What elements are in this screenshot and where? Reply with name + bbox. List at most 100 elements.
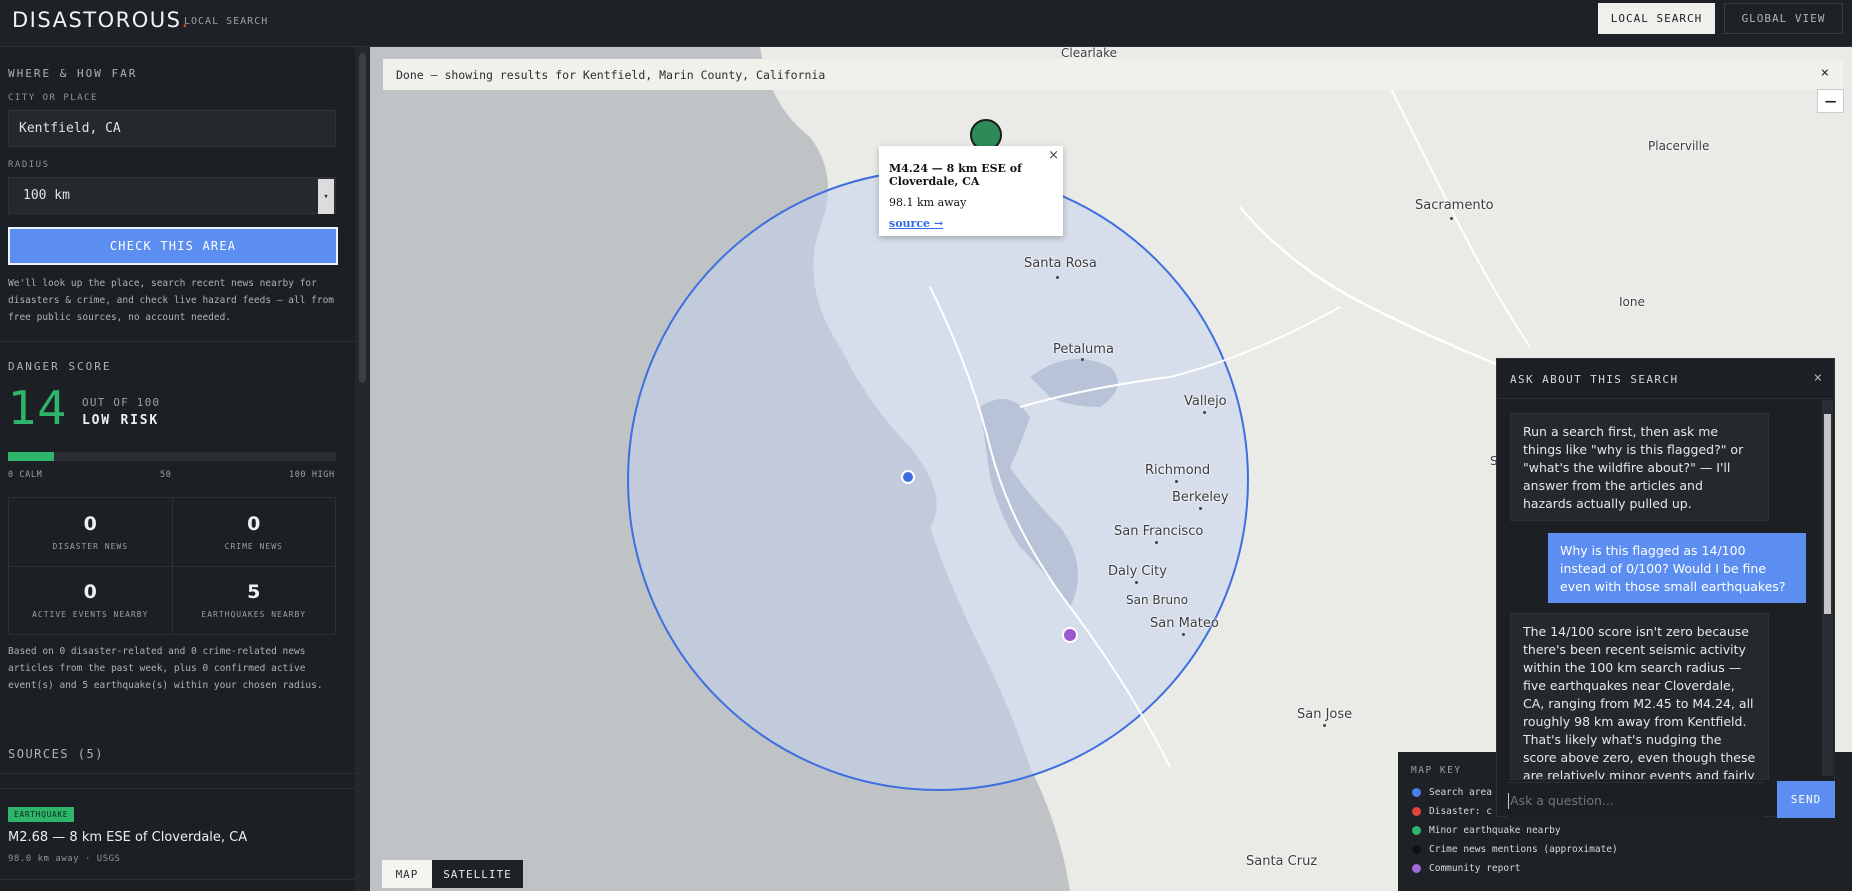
stat-label: CRIME NEWS [224, 541, 283, 551]
road [1389, 86, 1531, 348]
place-dot [1135, 581, 1138, 584]
risk-level: LOW RISK [82, 413, 160, 428]
map-key-item: Community report [1412, 863, 1521, 874]
map-key-title: MAP KEY [1411, 765, 1462, 776]
place-dot [1203, 411, 1206, 414]
sources-title: SOURCES (5) [8, 747, 104, 761]
scrollbar-thumb[interactable] [359, 53, 366, 383]
divider [0, 773, 355, 774]
nav-local-search[interactable]: LOCAL SEARCH [1598, 3, 1715, 34]
chat-scrollbar[interactable] [1822, 400, 1833, 776]
satellite-view-button[interactable]: SATELLITE [432, 860, 523, 888]
place-dot [1175, 480, 1178, 483]
legend-dot-icon [1412, 845, 1421, 854]
map-key-item: Minor earthquake nearby [1412, 825, 1561, 836]
chat-message-bot: The 14/100 score isn't zero because ther… [1510, 613, 1769, 780]
community-report-marker [1062, 627, 1078, 643]
radius-label: RADIUS [8, 160, 50, 170]
close-icon[interactable]: × [1814, 370, 1822, 386]
place-sacramento: Sacramento [1415, 198, 1494, 213]
sidebar-scrollbar[interactable] [355, 47, 370, 891]
chat-message-bot: Run a search first, then ask me things l… [1510, 413, 1769, 521]
chevron-down-icon[interactable]: ▾ [318, 179, 334, 214]
danger-score-value: 14 [8, 381, 67, 435]
stat-value: 0 [83, 512, 97, 535]
place-dot [1081, 358, 1084, 361]
popup-title: M4.24 — 8 km ESE of Cloverdale, CA [889, 162, 1022, 188]
radius-value: 100 km [23, 188, 70, 203]
search-area-circle [627, 169, 1249, 791]
city-input[interactable]: Kentfield, CA [8, 110, 336, 147]
map-view-button[interactable]: MAP [382, 860, 432, 888]
legend-dot-icon [1412, 807, 1421, 816]
stat-disaster-news: 0 DISASTER NEWS [9, 498, 172, 566]
city-label: CITY OR PLACE [8, 93, 98, 103]
danger-score-title: DANGER SCORE [8, 360, 112, 373]
source-item-title[interactable]: M2.68 — 8 km ESE of Cloverdale, CA [8, 830, 247, 845]
place-petaluma: Petaluma [1053, 342, 1114, 357]
scrollbar-thumb[interactable] [1824, 414, 1831, 614]
stat-earthquakes: 5 EARTHQUAKES NEARBY [172, 566, 335, 634]
check-area-button[interactable]: CHECK THIS AREA [8, 227, 338, 265]
nav-global-view[interactable]: GLOBAL VIEW [1724, 3, 1843, 34]
zoom-out-button[interactable]: − [1817, 89, 1844, 113]
map-key-label: Disaster: c [1429, 806, 1492, 817]
send-button[interactable]: SEND [1777, 781, 1835, 818]
source-item-meta: 98.0 km away · USGS [8, 854, 121, 864]
map-key-label: Minor earthquake nearby [1429, 825, 1561, 836]
place-daly-city: Daly City [1108, 564, 1167, 579]
chat-input-placeholder: Ask a question... [1510, 793, 1614, 808]
place-dot [1450, 217, 1453, 220]
road [1239, 206, 1531, 379]
place-san-francisco: San Francisco [1114, 524, 1204, 539]
brand-logo[interactable]: DISASTOROUS. [12, 8, 190, 32]
place-ione: Ione [1619, 295, 1645, 309]
place-san-jose: San Jose [1297, 707, 1353, 722]
place-dot [1056, 276, 1059, 279]
place-berkeley: Berkeley [1172, 490, 1229, 505]
place-san-bruno: San Bruno [1126, 593, 1189, 607]
map-key-item: Search area [1412, 787, 1492, 798]
popup-source-link[interactable]: source → [889, 217, 1053, 230]
status-banner-text: Done — showing results for Kentfield, Ma… [396, 67, 826, 82]
kentfield-marker [901, 470, 915, 484]
map-key-item: Crime news mentions (approximate) [1412, 844, 1618, 855]
place-dot [1323, 724, 1326, 727]
legend-dot-icon [1412, 826, 1421, 835]
place-richmond: Richmond [1145, 463, 1211, 478]
legend-dot-icon [1412, 788, 1421, 797]
close-icon[interactable]: × [1821, 65, 1829, 81]
stats-grid: 0 DISASTER NEWS 0 CRIME NEWS 0 ACTIVE EV… [8, 497, 336, 635]
chat-title: ASK ABOUT THIS SEARCH [1510, 373, 1679, 386]
chat-panel: ASK ABOUT THIS SEARCH × Run a search fir… [1496, 358, 1835, 818]
chat-input[interactable]: Ask a question... [1508, 782, 1763, 818]
danger-score-bar [8, 452, 336, 461]
danger-score-bar-fill [8, 452, 54, 461]
stat-value: 0 [247, 512, 261, 535]
chat-message-user: Why is this flagged as 14/100 instead of… [1548, 533, 1806, 603]
stat-label: DISASTER NEWS [52, 541, 129, 551]
place-santa-cruz: Santa Cruz [1246, 854, 1318, 869]
map-key-label: Community report [1429, 863, 1521, 874]
place-santa-rosa: Santa Rosa [1024, 256, 1097, 271]
score-out-of: OUT OF 100 [82, 396, 161, 409]
stat-value: 0 [83, 581, 97, 604]
help-text: We'll look up the place, search recent n… [8, 278, 335, 323]
stat-label: EARTHQUAKES NEARBY [201, 610, 307, 620]
earthquake-badge: EARTHQUAKE [8, 807, 75, 822]
stat-crime-news: 0 CRIME NEWS [172, 498, 335, 566]
divider [0, 879, 355, 880]
radius-select[interactable]: 100 km ▾ [8, 177, 336, 214]
close-icon[interactable]: × [1048, 148, 1059, 163]
place-vallejo: Vallejo [1184, 394, 1227, 409]
divider [0, 341, 355, 342]
scale-high-label: 100 HIGH [289, 470, 335, 480]
where-section-title: WHERE & HOW FAR [8, 67, 138, 80]
top-bar: DISASTOROUS. LOCAL SEARCH LOCAL SEARCH G… [0, 0, 1852, 47]
score-summary: Based on 0 disaster-related and 0 crime-… [8, 646, 323, 691]
stat-active-events: 0 ACTIVE EVENTS NEARBY [9, 566, 172, 634]
place-san-mateo: San Mateo [1150, 616, 1219, 631]
status-banner: Done — showing results for Kentfield, Ma… [383, 59, 1843, 90]
popup-distance: 98.1 km away [889, 196, 967, 209]
sidebar: WHERE & HOW FAR CITY OR PLACE Kentfield,… [0, 47, 355, 891]
